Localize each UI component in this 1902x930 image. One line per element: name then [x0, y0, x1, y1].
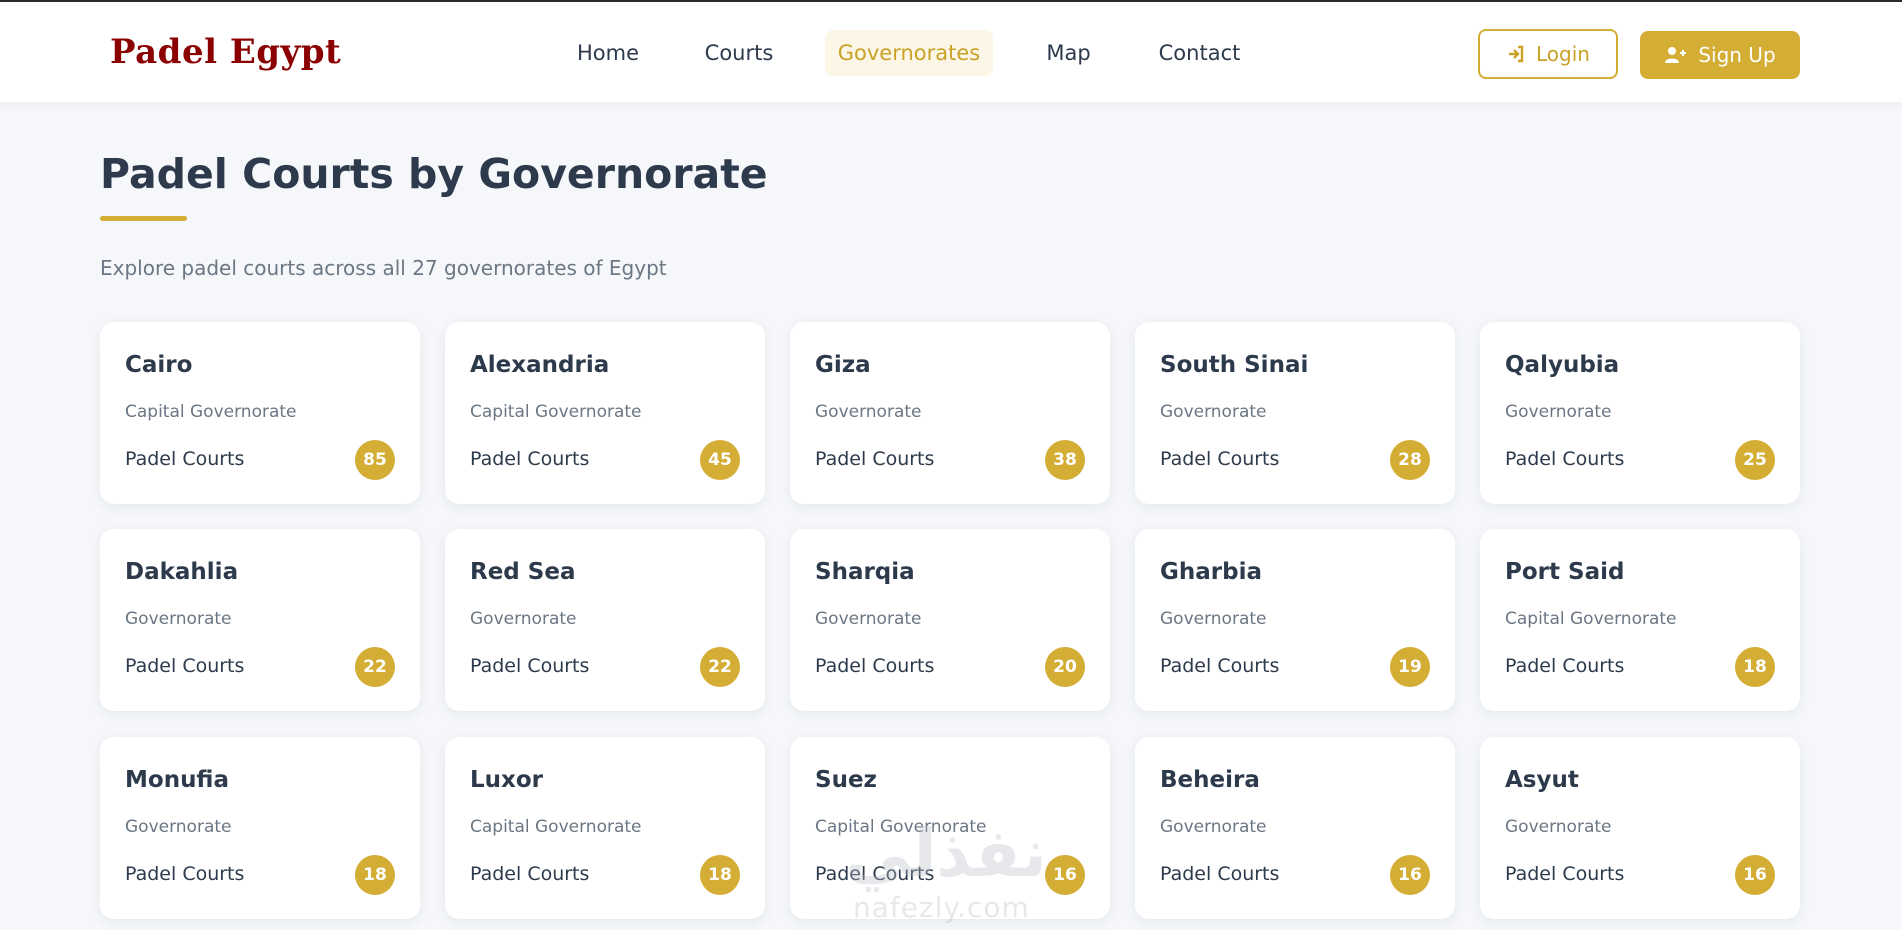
- courts-count-badge: 19: [1390, 647, 1430, 687]
- governorate-name: Suez: [815, 767, 877, 793]
- governorate-type: Governorate: [1160, 817, 1267, 837]
- page-subtitle: Explore padel courts across all 27 gover…: [100, 256, 667, 280]
- login-button[interactable]: Login: [1478, 29, 1618, 79]
- governorate-name: Cairo: [125, 352, 193, 378]
- governorate-name: South Sinai: [1160, 352, 1309, 378]
- courts-label: Padel Courts: [470, 448, 590, 470]
- governorate-name: Asyut: [1505, 767, 1579, 793]
- governorate-name: Monufia: [125, 767, 230, 793]
- courts-count-badge: 38: [1045, 440, 1085, 480]
- courts-label: Padel Courts: [1505, 863, 1625, 885]
- governorate-card[interactable]: Alexandria Capital Governorate Padel Cou…: [445, 322, 765, 504]
- courts-label: Padel Courts: [1160, 448, 1280, 470]
- courts-count-badge: 22: [700, 647, 740, 687]
- page-title: Padel Courts by Governorate: [100, 150, 768, 198]
- nav-governorates[interactable]: Governorates: [825, 30, 993, 76]
- signup-label: Sign Up: [1698, 43, 1776, 67]
- governorate-name: Red Sea: [470, 559, 576, 585]
- courts-count-badge: 16: [1045, 855, 1085, 895]
- governorate-name: Port Said: [1505, 559, 1625, 585]
- nav-courts[interactable]: Courts: [686, 30, 792, 76]
- governorate-card[interactable]: South Sinai Governorate Padel Courts 28: [1135, 322, 1455, 504]
- courts-count-badge: 85: [355, 440, 395, 480]
- governorate-type: Capital Governorate: [815, 817, 987, 837]
- courts-count-badge: 45: [700, 440, 740, 480]
- nav-contact[interactable]: Contact: [1144, 30, 1255, 76]
- courts-label: Padel Courts: [470, 863, 590, 885]
- courts-label: Padel Courts: [1160, 863, 1280, 885]
- sign-in-icon: [1506, 44, 1526, 64]
- governorate-type: Governorate: [815, 609, 922, 629]
- title-underline: [100, 216, 187, 221]
- courts-label: Padel Courts: [125, 655, 245, 677]
- courts-count-badge: 18: [355, 855, 395, 895]
- courts-label: Padel Courts: [815, 863, 935, 885]
- governorate-type: Governorate: [1505, 817, 1612, 837]
- courts-label: Padel Courts: [815, 448, 935, 470]
- courts-label: Padel Courts: [815, 655, 935, 677]
- governorate-name: Gharbia: [1160, 559, 1262, 585]
- nav-home[interactable]: Home: [556, 30, 660, 76]
- governorate-card[interactable]: Gharbia Governorate Padel Courts 19: [1135, 529, 1455, 711]
- courts-label: Padel Courts: [1505, 655, 1625, 677]
- top-navbar: Padel Egypt Home Courts Governorates Map…: [0, 0, 1902, 102]
- governorate-card[interactable]: Cairo Capital Governorate Padel Courts 8…: [100, 322, 420, 504]
- governorate-type: Governorate: [1505, 402, 1612, 422]
- governorate-type: Governorate: [1160, 402, 1267, 422]
- governorate-card[interactable]: Port Said Capital Governorate Padel Cour…: [1480, 529, 1800, 711]
- governorate-name: Sharqia: [815, 559, 915, 585]
- governorate-name: Giza: [815, 352, 871, 378]
- governorate-name: Alexandria: [470, 352, 610, 378]
- governorate-name: Dakahlia: [125, 559, 239, 585]
- governorate-name: Beheira: [1160, 767, 1260, 793]
- governorate-type: Capital Governorate: [125, 402, 297, 422]
- governorate-type: Governorate: [125, 609, 232, 629]
- governorate-card[interactable]: Asyut Governorate Padel Courts 16: [1480, 737, 1800, 919]
- governorate-type: Capital Governorate: [1505, 609, 1677, 629]
- courts-count-badge: 20: [1045, 647, 1085, 687]
- governorate-card[interactable]: Qalyubia Governorate Padel Courts 25: [1480, 322, 1800, 504]
- governorate-card[interactable]: Red Sea Governorate Padel Courts 22: [445, 529, 765, 711]
- courts-count-badge: 18: [1735, 647, 1775, 687]
- governorate-card[interactable]: Giza Governorate Padel Courts 38: [790, 322, 1110, 504]
- governorate-type: Governorate: [125, 817, 232, 837]
- login-label: Login: [1536, 42, 1590, 66]
- governorate-type: Capital Governorate: [470, 817, 642, 837]
- governorate-card[interactable]: Monufia Governorate Padel Courts 18: [100, 737, 420, 919]
- user-plus-icon: [1664, 45, 1688, 65]
- courts-count-badge: 16: [1735, 855, 1775, 895]
- courts-label: Padel Courts: [125, 448, 245, 470]
- governorate-name: Qalyubia: [1505, 352, 1620, 378]
- courts-label: Padel Courts: [470, 655, 590, 677]
- governorate-type: Capital Governorate: [470, 402, 642, 422]
- governorate-type: Governorate: [1160, 609, 1267, 629]
- courts-label: Padel Courts: [125, 863, 245, 885]
- courts-count-badge: 18: [700, 855, 740, 895]
- nav-map[interactable]: Map: [1026, 30, 1111, 76]
- governorate-type: Governorate: [815, 402, 922, 422]
- governorate-card[interactable]: Beheira Governorate Padel Courts 16: [1135, 737, 1455, 919]
- courts-count-badge: 22: [355, 647, 395, 687]
- signup-button[interactable]: Sign Up: [1640, 31, 1800, 79]
- courts-label: Padel Courts: [1160, 655, 1280, 677]
- governorate-name: Luxor: [470, 767, 544, 793]
- governorate-type: Governorate: [470, 609, 577, 629]
- governorate-card[interactable]: Sharqia Governorate Padel Courts 20: [790, 529, 1110, 711]
- governorate-card[interactable]: Dakahlia Governorate Padel Courts 22: [100, 529, 420, 711]
- courts-count-badge: 25: [1735, 440, 1775, 480]
- governorate-card[interactable]: Luxor Capital Governorate Padel Courts 1…: [445, 737, 765, 919]
- governorate-card[interactable]: Suez Capital Governorate Padel Courts 16: [790, 737, 1110, 919]
- courts-label: Padel Courts: [1505, 448, 1625, 470]
- courts-count-badge: 28: [1390, 440, 1430, 480]
- courts-count-badge: 16: [1390, 855, 1430, 895]
